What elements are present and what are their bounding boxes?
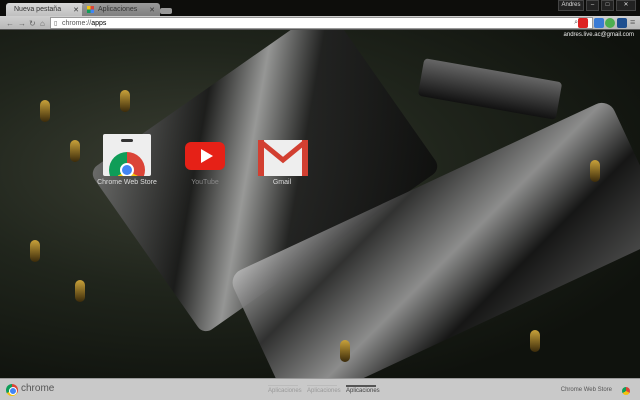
translate-icon[interactable]	[594, 18, 604, 28]
app-chrome-web-store[interactable]: Chrome Web Store	[87, 134, 167, 186]
toolbar: ← → ↻ ⌂ ▯ chrome://apps ⌕ ☆ ≡	[0, 16, 640, 30]
wallpaper-magazine	[417, 58, 563, 120]
title-bar: Nueva pestaña ✕ Aplicaciones ✕ Andres – □ …	[0, 0, 640, 17]
app-label: YouTube	[191, 179, 219, 186]
web-store-link[interactable]: Chrome Web Store	[561, 387, 612, 393]
app-youtube[interactable]: YouTube	[165, 134, 245, 186]
chrome-web-store-icon	[103, 134, 151, 176]
tab-label: Nueva pestaña	[14, 6, 62, 13]
tab-label: Aplicaciones	[98, 6, 138, 13]
gmail-icon	[258, 134, 308, 176]
extension-red-icon[interactable]	[578, 18, 588, 28]
app-gmail[interactable]: Gmail	[242, 134, 322, 186]
youtube-icon	[181, 134, 229, 176]
close-tab-icon[interactable]: ✕	[149, 6, 155, 14]
chrome-logo-icon	[6, 384, 18, 396]
bottom-bar: chrome Aplicaciones Aplicaciones Aplicac…	[0, 378, 640, 400]
reload-icon[interactable]: ↻	[29, 19, 36, 28]
menu-icon[interactable]: ≡	[630, 17, 635, 27]
tab-apps[interactable]: Aplicaciones ✕	[82, 3, 160, 17]
close-tab-icon[interactable]: ✕	[73, 6, 79, 14]
address-bar[interactable]: ▯ chrome://apps ⌕ ☆	[50, 17, 593, 29]
maximize-button[interactable]: □	[601, 0, 614, 11]
page-switcher-1[interactable]: Aplicaciones	[268, 385, 302, 394]
apps-icon	[87, 6, 94, 13]
hangouts-icon[interactable]	[605, 18, 615, 28]
app-label: Gmail	[272, 179, 292, 186]
tab-new-tab[interactable]: Nueva pestaña ✕	[6, 3, 84, 17]
new-tab-page: andres.live.ac@gmail.com Chrome Web Stor…	[0, 30, 640, 378]
close-window-button[interactable]: ✕	[616, 0, 636, 11]
account-email[interactable]: andres.live.ac@gmail.com	[564, 32, 634, 38]
extension-blue-icon[interactable]	[617, 18, 627, 28]
user-button[interactable]: Andres	[558, 0, 584, 11]
app-label: Chrome Web Store	[97, 179, 157, 186]
home-icon[interactable]: ⌂	[40, 19, 45, 28]
web-store-icon[interactable]	[622, 387, 630, 395]
page-switcher-3[interactable]: Aplicaciones	[346, 385, 380, 394]
new-tab-button[interactable]	[160, 8, 172, 14]
url-host: apps	[91, 20, 107, 27]
forward-icon[interactable]: →	[18, 19, 26, 28]
minimize-button[interactable]: –	[586, 0, 599, 11]
page-switcher-2[interactable]: Aplicaciones	[307, 385, 341, 394]
back-icon[interactable]: ←	[6, 19, 14, 28]
url-scheme: chrome://	[62, 20, 92, 27]
page-icon: ▯	[54, 21, 58, 27]
chrome-brand: chrome	[21, 383, 55, 394]
